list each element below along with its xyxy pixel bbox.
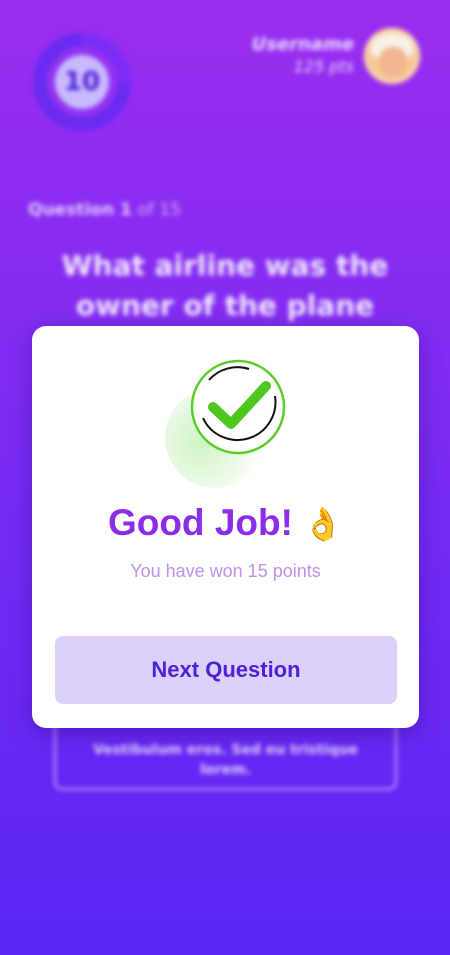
answer-option[interactable]: Vestibulum eros. Sed eu tristique lorem. — [54, 718, 397, 790]
modal-title: Good Job! 👌 — [32, 502, 419, 544]
avatar-face — [379, 47, 407, 77]
countdown-timer: 10 — [33, 33, 131, 131]
question-number: Question 1 — [28, 200, 132, 220]
modal-subtitle: You have won 15 points — [130, 561, 321, 581]
user-points: 125 pts — [293, 57, 354, 76]
timer-value: 10 — [55, 55, 109, 109]
avatar[interactable] — [364, 28, 420, 84]
question-counter: Question 1 of 15 — [28, 200, 181, 220]
next-question-button[interactable]: Next Question — [55, 636, 397, 704]
username: Username — [251, 34, 354, 55]
question-total: of 15 — [137, 200, 182, 220]
user-info: Username 125 pts — [252, 34, 354, 76]
ok-hand-icon: 👌 — [303, 506, 344, 542]
check-circle-icon — [190, 359, 286, 455]
question-text: What airline was the owner of the plane — [61, 249, 389, 322]
result-modal: Good Job! 👌 You have won 15 points Next … — [32, 326, 419, 728]
modal-title-text: Good Job! — [107, 502, 293, 543]
